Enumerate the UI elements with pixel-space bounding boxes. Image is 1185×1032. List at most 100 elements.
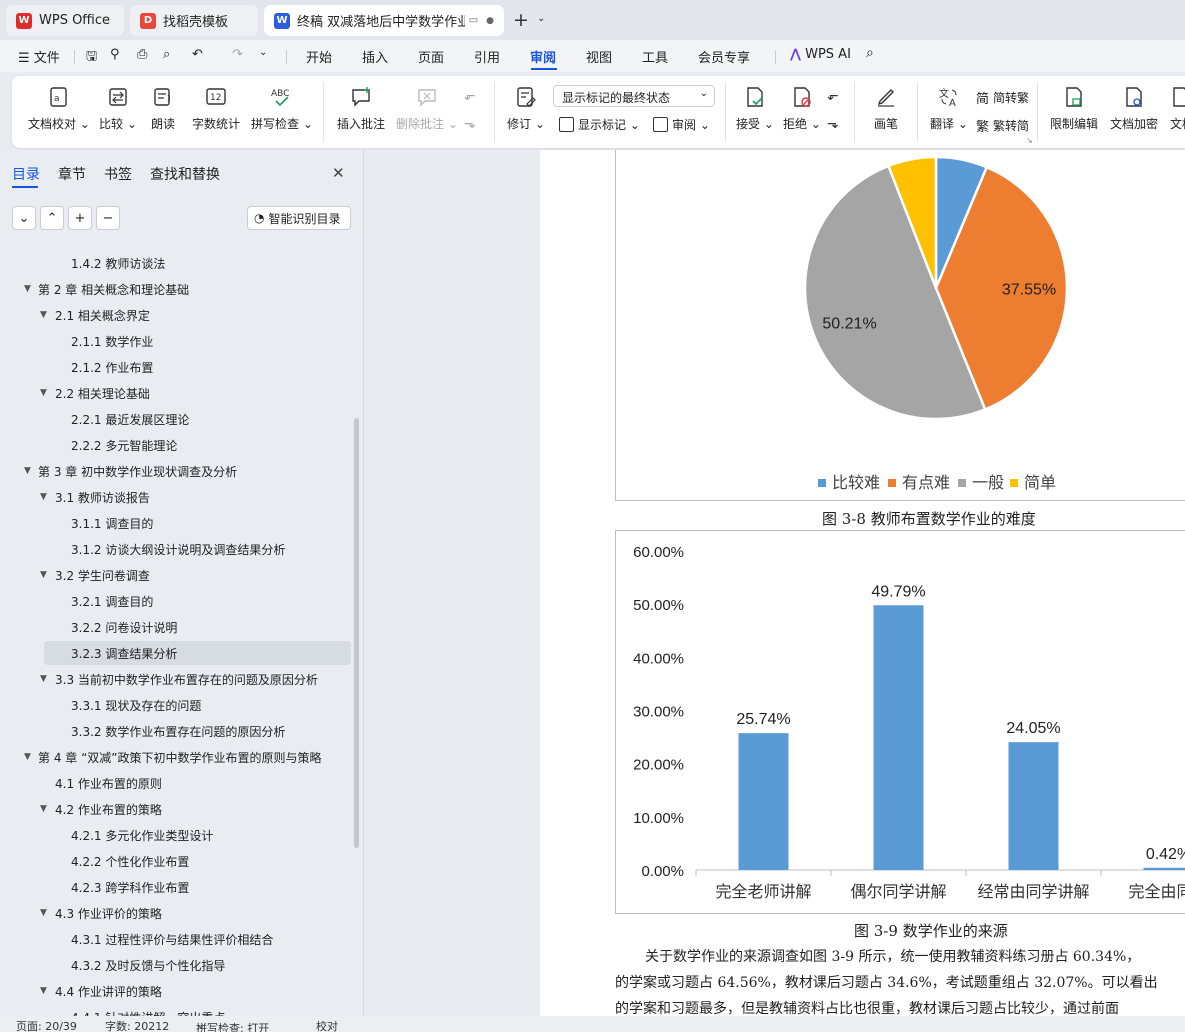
word-count-indicator[interactable]: 字数: 20212 [105,1018,169,1032]
page-indicator[interactable]: 页面: 20/39 [16,1018,77,1032]
toc-item[interactable]: 3.3.2 数学作业布置存在问题的原因分析 [0,719,352,743]
print-icon[interactable]: ⎙ [137,47,147,62]
tab-docer[interactable]: D 找稻壳模板 [130,5,258,36]
reject-button[interactable]: 拒绝 ⌄ [783,86,821,132]
next-change-icon[interactable]: ⬎ [827,116,839,132]
read-aloud-button[interactable]: 朗读 [151,86,175,132]
tab-document[interactable]: W 终稿 双减落地后中学数学作业 ▭ ● [264,5,504,36]
save-icon[interactable]: 🖫 [86,47,97,69]
add-heading-button[interactable]: + [68,206,92,230]
menu-view[interactable]: 视图 [586,47,612,66]
spell-check-button[interactable]: ABC 拼写检查 ⌄ [251,86,313,132]
word-count-button[interactable]: 12 字数统计 [192,86,240,132]
expand-arrow-icon[interactable]: ▼ [24,752,31,762]
menu-references[interactable]: 引用 [474,47,500,66]
menu-page[interactable]: 页面 [418,47,444,66]
chevron-down-icon[interactable]: ⌄ [537,13,545,24]
toc-item[interactable]: 3.3.1 现状及存在的问题 [0,693,352,717]
toc-item[interactable]: ▼ 4.3 作业评价的策略 [0,901,352,925]
remove-heading-button[interactable]: − [96,206,120,230]
expand-arrow-icon[interactable]: ▼ [24,466,31,476]
close-icon[interactable]: ✕ [332,164,345,182]
toc-item[interactable]: 1.4.2 教师访谈法 [0,251,352,275]
delete-comment-button[interactable]: 删除批注 ⌄ [396,86,458,132]
menu-membership[interactable]: 会员专享 [698,47,750,66]
toc-item[interactable]: ▼ 第 4 章 “双减”政策下初中数学作业布置的原则与策略 [0,745,352,769]
new-tab-plus-icon[interactable]: + [513,9,529,31]
menu-tools[interactable]: 工具 [642,47,668,66]
toc-item[interactable]: 2.2.1 最近发展区理论 [0,407,352,431]
chevron-down-icon[interactable]: ⌄ [259,47,267,58]
menu-review[interactable]: 审阅 [530,47,556,66]
menu-insert[interactable]: 插入 [362,47,388,66]
translate-button[interactable]: 文A 翻译 ⌄ [930,86,968,132]
tab-wps-office[interactable]: W WPS Office [6,5,124,36]
spell-check-indicator[interactable]: 拼写检查: 打开 ⌄ [196,1018,269,1032]
review-pane-button[interactable]: 审阅 ⌄ [653,116,710,133]
next-comment-icon[interactable]: ⬎ [464,116,476,132]
prev-comment-icon[interactable]: ⬐ [464,88,476,104]
toc-item[interactable]: 4.2.1 多元化作业类型设计 [0,823,352,847]
doc-more-button[interactable]: 文档 [1170,86,1185,132]
toc-item[interactable]: 4.2.3 跨学科作业布置 [0,875,352,899]
restrict-edit-button[interactable]: 限制编辑 [1050,86,1098,132]
toc-item[interactable]: ▼ 3.1 教师访谈报告 [0,485,352,509]
show-markup-button[interactable]: 显示标记 ⌄ [559,116,640,133]
print-preview-icon[interactable]: ⌕ [163,47,170,62]
toc-item[interactable]: 2.1.1 数学作业 [0,329,352,353]
toc-item[interactable]: 4.1 作业布置的原则 [0,771,352,795]
expand-up-button[interactable]: ⌃ [40,206,64,230]
file-menu[interactable]: ☰ 文件 [18,47,60,66]
search-icon[interactable]: ⌕ [866,45,874,61]
toc-item[interactable]: 3.1.1 调查目的 [0,511,352,535]
nav-tab-find-replace[interactable]: 查找和替换 [150,164,220,184]
encrypt-button[interactable]: 文档加密 [1110,86,1158,132]
expand-arrow-icon[interactable]: ▼ [40,908,47,918]
expand-arrow-icon[interactable]: ▼ [40,986,47,996]
toc-item[interactable]: 4.3.2 及时反馈与个性化指导 [0,953,352,977]
pen-button[interactable]: 画笔 [874,86,898,132]
nav-tab-bookmarks[interactable]: 书签 [104,164,132,184]
toc-item[interactable]: ▼ 第 3 章 初中数学作业现状调查及分析 [0,459,352,483]
toc-item[interactable]: 3.1.2 访谈大纲设计说明及调查结果分析 [0,537,352,561]
toc-item[interactable]: ▼ 2.2 相关理论基础 [0,381,352,405]
toc-item[interactable]: ▼ 4.4 作业讲评的策略 [0,979,352,1003]
trad-convert-button[interactable]: 简简转繁 [976,88,1029,107]
expand-arrow-icon[interactable]: ▼ [40,804,47,814]
wps-ai-button[interactable]: ⋀ WPS AI [790,47,851,62]
toc-item[interactable]: ▼ 3.3 当前初中数学作业布置存在的问题及原因分析 [0,667,352,691]
simp-convert-button[interactable]: 繁繁转简 [976,116,1029,135]
prev-change-icon[interactable]: ⬐ [827,88,839,104]
toc-item[interactable]: 3.2.1 调查目的 [0,589,352,613]
compare-button[interactable]: 比较 ⌄ [99,86,137,132]
proofread-button[interactable]: a 文档校对 ⌄ [28,86,90,132]
toc-item[interactable]: ▼ 3.2 学生问卷调查 [0,563,352,587]
accept-button[interactable]: 接受 ⌄ [736,86,774,132]
expand-arrow-icon[interactable]: ▼ [40,310,47,320]
expand-group-icon[interactable]: ↘ [1026,136,1033,145]
markup-state-select[interactable]: 显示标记的最终状态 ⌄ [553,85,715,107]
toc-item[interactable]: ▼ 4.2 作业布置的策略 [0,797,352,821]
menu-start[interactable]: 开始 [306,47,332,66]
toc-item[interactable]: ▼ 第 2 章 相关概念和理论基础 [0,277,352,301]
insert-comment-button[interactable]: 插入批注 [337,86,385,132]
expand-arrow-icon[interactable]: ▼ [24,284,31,294]
track-changes-button[interactable]: 修订 ⌄ [507,86,545,132]
expand-arrow-icon[interactable]: ▼ [40,674,47,684]
proof-indicator[interactable]: 校对 [316,1018,338,1032]
collapse-all-button[interactable]: ⌄ [12,206,36,230]
toc-item[interactable]: 2.2.2 多元智能理论 [0,433,352,457]
toc-item[interactable]: 4.2.2 个性化作业布置 [0,849,352,873]
nav-tab-toc[interactable]: 目录 [12,164,40,184]
nav-scrollbar[interactable] [354,418,359,848]
toc-item[interactable]: 4.3.1 过程性评价与结果性评价相结合 [0,927,352,951]
undo-icon[interactable]: ↶ [192,47,203,62]
smart-toc-button[interactable]: ◔ 智能识别目录 [247,206,351,230]
share-icon[interactable]: ⚲ [110,47,120,62]
unsaved-dot-icon[interactable]: ● [486,16,494,26]
toc-item[interactable]: 2.1.2 作业布置 [0,355,352,379]
toc-item[interactable]: ▼ 2.1 相关概念界定 [0,303,352,327]
expand-arrow-icon[interactable]: ▼ [40,388,47,398]
expand-arrow-icon[interactable]: ▼ [40,570,47,580]
toc-item[interactable]: 3.2.2 问卷设计说明 [0,615,352,639]
